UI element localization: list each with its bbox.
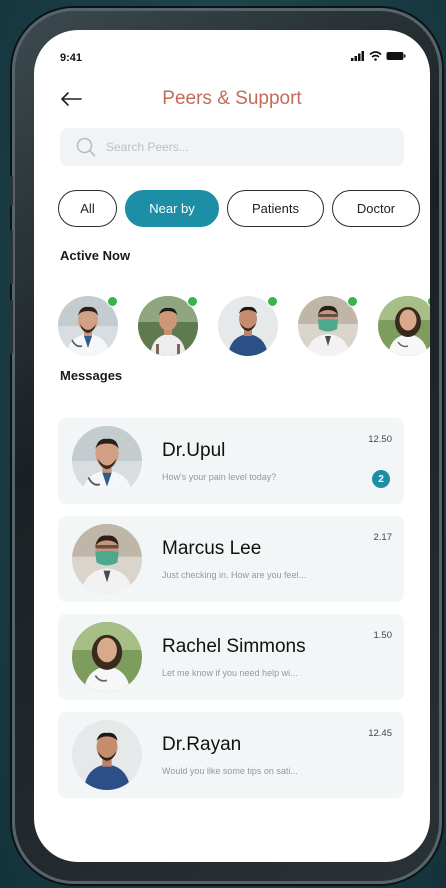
online-indicator xyxy=(107,296,118,307)
contact-name: Dr.Rayan xyxy=(162,734,242,755)
avatar xyxy=(378,296,430,356)
online-indicator xyxy=(267,296,278,307)
message-time: 12.50 xyxy=(368,434,392,445)
filter-chips: All Near by Patients Doctor xyxy=(58,190,420,227)
battery-icon xyxy=(386,52,406,60)
wifi-icon xyxy=(369,51,382,61)
avatar xyxy=(72,426,142,496)
active-now-list xyxy=(58,296,430,356)
contact-name: Marcus Lee xyxy=(162,538,262,559)
message-time: 12.45 xyxy=(368,728,392,739)
search-input[interactable]: Search Peers... xyxy=(106,140,189,154)
message-preview: Would you like some tips on sati... xyxy=(162,766,298,776)
message-item[interactable]: Dr.Upul How's your pain level today? 12.… xyxy=(58,418,404,504)
status-icons xyxy=(351,51,406,61)
signal-icon xyxy=(351,51,364,61)
filter-doctor[interactable]: Doctor xyxy=(332,190,420,227)
active-user-avatar[interactable] xyxy=(298,296,358,356)
filter-all[interactable]: All xyxy=(58,190,117,227)
filter-near-by[interactable]: Near by xyxy=(125,190,219,227)
message-item[interactable]: Marcus Lee Just checking in. How are you… xyxy=(58,516,404,602)
page-title: Peers & Support xyxy=(162,88,302,109)
message-time: 1.50 xyxy=(373,630,393,641)
active-user-avatar[interactable] xyxy=(58,296,118,356)
message-preview: Let me know if you need help wi... xyxy=(162,668,298,678)
message-item[interactable]: Dr.Rayan Would you like some tips on sat… xyxy=(58,712,404,798)
active-user-avatar[interactable] xyxy=(378,296,430,356)
online-indicator xyxy=(187,296,198,307)
status-bar: 9:41 xyxy=(34,30,430,70)
active-now-label: Active Now xyxy=(60,248,131,263)
avatar xyxy=(72,720,142,790)
avatar xyxy=(72,622,142,692)
search-bar[interactable]: Search Peers... xyxy=(60,128,404,166)
unread-badge: 2 xyxy=(372,470,390,488)
active-user-avatar[interactable] xyxy=(218,296,278,356)
message-item[interactable]: Rachel Simmons Let me know if you need h… xyxy=(58,614,404,700)
status-time: 9:41 xyxy=(60,52,83,64)
filter-patients[interactable]: Patients xyxy=(227,190,324,227)
avatar xyxy=(72,524,142,594)
message-preview: Just checking in. How are you feel... xyxy=(162,570,307,580)
phone-side-button xyxy=(9,230,13,284)
contact-name: Dr.Upul xyxy=(162,440,226,461)
phone-side-button xyxy=(9,176,13,206)
phone-side-button xyxy=(9,300,13,354)
app-screen: 9:41 Peers & Support Search Peers... All… xyxy=(34,30,430,862)
message-preview: How's your pain level today? xyxy=(162,472,277,482)
online-indicator xyxy=(347,296,358,307)
message-time: 2.17 xyxy=(373,532,393,543)
contact-name: Rachel Simmons xyxy=(162,636,306,657)
active-user-avatar[interactable] xyxy=(138,296,198,356)
messages-label: Messages xyxy=(60,368,123,383)
search-icon xyxy=(76,137,96,157)
header: Peers & Support xyxy=(34,82,430,118)
